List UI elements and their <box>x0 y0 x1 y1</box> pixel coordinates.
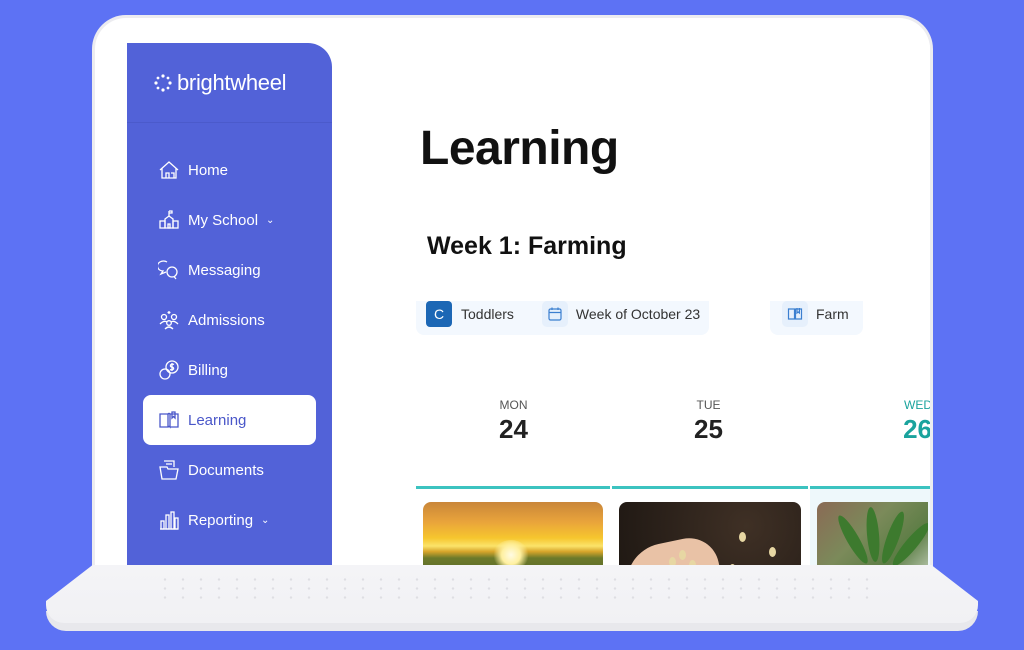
day-number: 25 <box>694 414 723 444</box>
week-day-headers: MON 24 TUE 25 WED 26 <box>416 398 931 445</box>
day-name: TUE <box>696 398 721 412</box>
filter-bar: C Toddlers Week of October 23 <box>416 301 709 335</box>
sidebar-item-admissions[interactable]: Admissions <box>143 295 316 345</box>
seed <box>769 547 776 557</box>
chevron-down-icon[interactable]: ⌄ <box>266 215 274 226</box>
sidebar-item-learning[interactable]: Learning <box>143 395 316 445</box>
day-number: 26 <box>903 414 931 444</box>
home-icon <box>158 159 180 181</box>
day-header-mon[interactable]: MON 24 <box>416 398 611 445</box>
activity-image-seeds[interactable] <box>619 502 801 573</box>
sidebar-item-my-school[interactable]: My School ⌄ <box>143 195 316 245</box>
chevron-down-icon[interactable]: ⌄ <box>261 515 269 526</box>
sidebar-item-label: Billing <box>188 361 229 379</box>
theme-filter-bar: Farm <box>770 301 863 335</box>
sidebar-item-label: Admissions <box>188 311 265 329</box>
sidebar-item-label: Learning <box>188 411 247 429</box>
documents-icon <box>158 459 180 481</box>
sidebar-item-label: Reporting <box>188 511 254 529</box>
sidebar-item-home[interactable]: Home <box>143 145 316 195</box>
day-name: MON <box>499 398 528 412</box>
laptop-lid: brightwheel Home My School ⌄ Messaging A… <box>92 15 933 575</box>
keyboard-pattern <box>156 575 876 605</box>
admissions-icon <box>158 309 180 331</box>
seed <box>679 550 686 560</box>
laptop-keyboard-deck <box>46 565 978 623</box>
sidebar: brightwheel Home My School ⌄ Messaging A… <box>127 43 332 573</box>
main-content: Learning Week 1: Farming C Toddlers Week… <box>332 43 931 573</box>
brand-name: brightwheel <box>177 69 287 95</box>
brand-logo[interactable]: brightwheel <box>127 43 332 123</box>
sidebar-item-label: Documents <box>188 461 264 479</box>
reporting-icon <box>158 509 180 531</box>
week-day-columns <box>416 486 930 573</box>
app-screen: brightwheel Home My School ⌄ Messaging A… <box>127 43 931 573</box>
room-badge: C <box>426 301 452 327</box>
sidebar-item-documents[interactable]: Documents <box>143 445 316 495</box>
school-icon <box>158 209 180 231</box>
sidebar-item-label: Messaging <box>188 261 261 279</box>
sidebar-item-label: My School <box>188 211 259 229</box>
sidebar-nav: Home My School ⌄ Messaging Admissions Bi… <box>127 123 332 545</box>
day-name: WED <box>904 398 931 412</box>
week-title: Week 1: Farming <box>427 232 627 260</box>
day-column-mon <box>416 486 610 573</box>
laptop-base <box>46 565 978 635</box>
sidebar-item-billing[interactable]: Billing <box>143 345 316 395</box>
messaging-icon <box>158 259 180 281</box>
page-title: Learning <box>420 122 619 175</box>
day-header-wed[interactable]: WED 26 <box>806 398 931 445</box>
billing-icon <box>158 359 180 381</box>
seed <box>739 532 746 542</box>
activity-image-sunset[interactable] <box>423 502 603 573</box>
sidebar-item-messaging[interactable]: Messaging <box>143 245 316 295</box>
day-column-wed <box>810 486 930 573</box>
sidebar-item-label: Home <box>188 161 229 179</box>
learning-icon <box>158 409 180 431</box>
calendar-icon <box>541 301 568 327</box>
day-number: 24 <box>499 414 528 444</box>
activity-image-seedling[interactable] <box>817 502 928 573</box>
day-header-tue[interactable]: TUE 25 <box>611 398 806 445</box>
sidebar-item-reporting[interactable]: Reporting ⌄ <box>143 495 316 545</box>
theme-filter[interactable]: Farm <box>816 306 849 322</box>
room-filter[interactable]: Toddlers <box>461 306 514 322</box>
brightwheel-logo-icon <box>154 73 172 92</box>
date-filter[interactable]: Week of October 23 <box>576 306 700 322</box>
leaf <box>864 506 882 563</box>
day-column-tue <box>612 486 808 573</box>
book-icon <box>782 301 808 327</box>
